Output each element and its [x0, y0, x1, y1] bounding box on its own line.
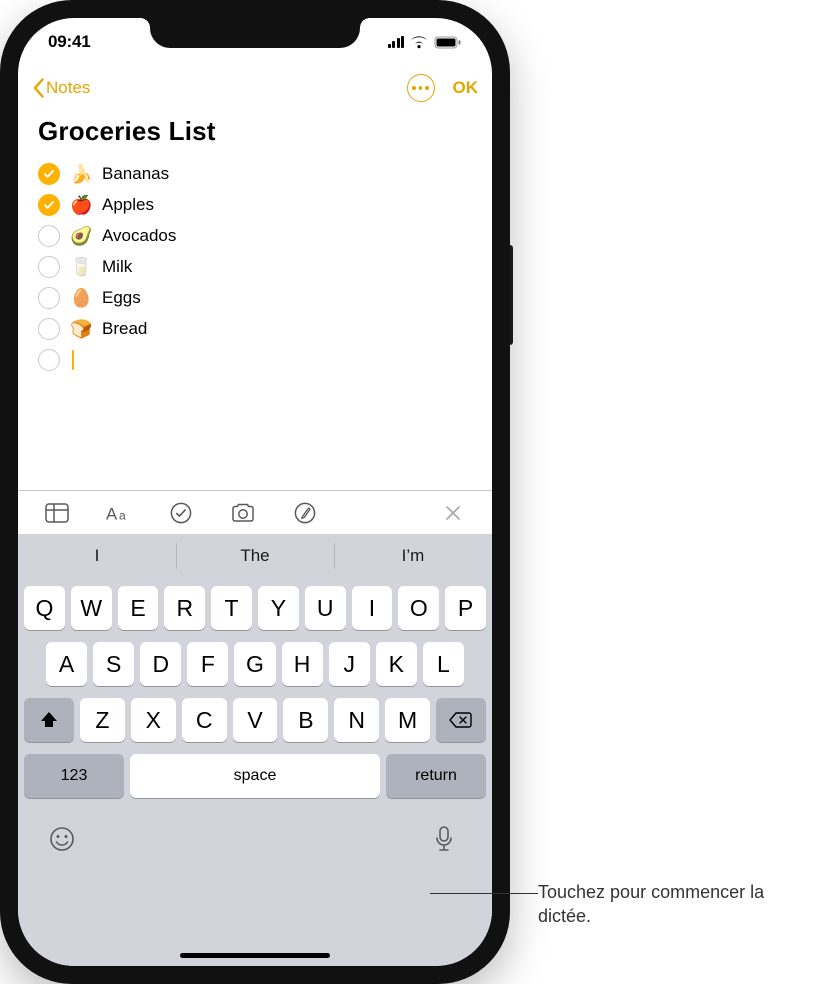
checkbox[interactable]: [38, 287, 60, 309]
key-d[interactable]: D: [140, 642, 181, 686]
nav-bar: Notes OK: [18, 66, 492, 110]
callout-text: Touchez pour commencer la dictée.: [538, 880, 798, 929]
status-time: 09:41: [48, 32, 90, 52]
key-o[interactable]: O: [398, 586, 439, 630]
key-u[interactable]: U: [305, 586, 346, 630]
key-a[interactable]: A: [46, 642, 87, 686]
item-emoji: 🍞: [70, 319, 92, 340]
checklist-item-empty[interactable]: [38, 349, 472, 371]
key-m[interactable]: M: [385, 698, 430, 742]
signal-icon: [388, 36, 405, 48]
item-emoji: 🍌: [70, 164, 92, 185]
key-z[interactable]: Z: [80, 698, 125, 742]
key-t[interactable]: T: [211, 586, 252, 630]
key-v[interactable]: V: [233, 698, 278, 742]
key-j[interactable]: J: [329, 642, 370, 686]
prediction-3[interactable]: I’m: [334, 534, 492, 578]
note-editor[interactable]: Groceries List 🍌 Bananas 🍎 Apples 🥑 Avocados 🥛…: [18, 110, 492, 381]
emoji-keyboard-button[interactable]: [48, 825, 76, 853]
dictation-button[interactable]: [434, 825, 462, 853]
space-key[interactable]: space: [130, 754, 380, 798]
key-h[interactable]: H: [282, 642, 323, 686]
item-label: Avocados: [102, 226, 176, 246]
key-y[interactable]: Y: [258, 586, 299, 630]
delete-key[interactable]: [436, 698, 486, 742]
key-k[interactable]: K: [376, 642, 417, 686]
checklist-icon[interactable]: [168, 500, 194, 526]
notch: [150, 18, 360, 48]
home-indicator[interactable]: [180, 953, 330, 958]
checklist[interactable]: 🍌 Bananas 🍎 Apples 🥑 Avocados 🥛 Milk 🥚 Eggs 🍞 Bread: [38, 163, 472, 371]
wifi-icon: [410, 36, 428, 49]
key-f[interactable]: F: [187, 642, 228, 686]
checkbox[interactable]: [38, 194, 60, 216]
checklist-item[interactable]: 🥑 Avocados: [38, 225, 472, 247]
checklist-item[interactable]: 🍌 Bananas: [38, 163, 472, 185]
key-g[interactable]: G: [234, 642, 275, 686]
checkbox[interactable]: [38, 163, 60, 185]
key-r[interactable]: R: [164, 586, 205, 630]
item-emoji: 🍎: [70, 195, 92, 216]
table-icon[interactable]: [44, 500, 70, 526]
back-button[interactable]: Notes: [32, 78, 90, 98]
key-c[interactable]: C: [182, 698, 227, 742]
item-label: Bananas: [102, 164, 169, 184]
phone-screen: 09:41 Notes: [18, 18, 492, 966]
key-l[interactable]: L: [423, 642, 464, 686]
key-n[interactable]: N: [334, 698, 379, 742]
phone-frame: 09:41 Notes: [0, 0, 510, 984]
key-i[interactable]: I: [352, 586, 393, 630]
item-label: Milk: [102, 257, 132, 277]
shift-key[interactable]: [24, 698, 74, 742]
checklist-item[interactable]: 🥛 Milk: [38, 256, 472, 278]
item-emoji: 🥛: [70, 257, 92, 278]
note-title[interactable]: Groceries List: [38, 116, 472, 147]
key-s[interactable]: S: [93, 642, 134, 686]
delete-icon: [449, 711, 473, 729]
back-label: Notes: [46, 78, 90, 98]
key-x[interactable]: X: [131, 698, 176, 742]
battery-icon: [434, 36, 462, 49]
prediction-1[interactable]: I: [18, 534, 176, 578]
key-w[interactable]: W: [71, 586, 112, 630]
checkbox[interactable]: [38, 225, 60, 247]
item-label: Apples: [102, 195, 154, 215]
close-toolbar-button[interactable]: [440, 500, 466, 526]
microphone-icon: [434, 825, 454, 853]
item-label: Eggs: [102, 288, 141, 308]
callout: Touchez pour commencer la dictée.: [538, 880, 798, 929]
return-key[interactable]: return: [386, 754, 486, 798]
draw-icon[interactable]: [292, 500, 318, 526]
checkbox[interactable]: [38, 256, 60, 278]
chevron-left-icon: [32, 78, 44, 98]
item-label: Bread: [102, 319, 147, 339]
more-button[interactable]: [407, 74, 435, 102]
svg-text:A: A: [106, 504, 118, 523]
keyboard: I The I’m QWERTYUIOP ASDFGHJKL ZXCVBNM: [18, 534, 492, 966]
item-emoji: 🥑: [70, 226, 92, 247]
text-format-icon[interactable]: Aa: [106, 500, 132, 526]
key-p[interactable]: P: [445, 586, 486, 630]
item-emoji: 🥚: [70, 288, 92, 309]
key-b[interactable]: B: [283, 698, 328, 742]
key-e[interactable]: E: [118, 586, 159, 630]
checklist-item[interactable]: 🍞 Bread: [38, 318, 472, 340]
prediction-bar: I The I’m: [18, 534, 492, 578]
key-q[interactable]: Q: [24, 586, 65, 630]
checklist-item[interactable]: 🍎 Apples: [38, 194, 472, 216]
checkbox[interactable]: [38, 349, 60, 371]
callout-leader-line: [430, 893, 538, 894]
svg-text:a: a: [119, 508, 126, 522]
text-cursor: [72, 350, 74, 370]
done-button[interactable]: OK: [453, 78, 479, 98]
checkbox[interactable]: [38, 318, 60, 340]
checklist-item[interactable]: 🥚 Eggs: [38, 287, 472, 309]
numeric-key[interactable]: 123: [24, 754, 124, 798]
format-toolbar: Aa: [18, 490, 492, 534]
shift-icon: [39, 711, 59, 729]
prediction-2[interactable]: The: [176, 534, 334, 578]
ellipsis-icon: [412, 86, 416, 90]
camera-icon[interactable]: [230, 500, 256, 526]
